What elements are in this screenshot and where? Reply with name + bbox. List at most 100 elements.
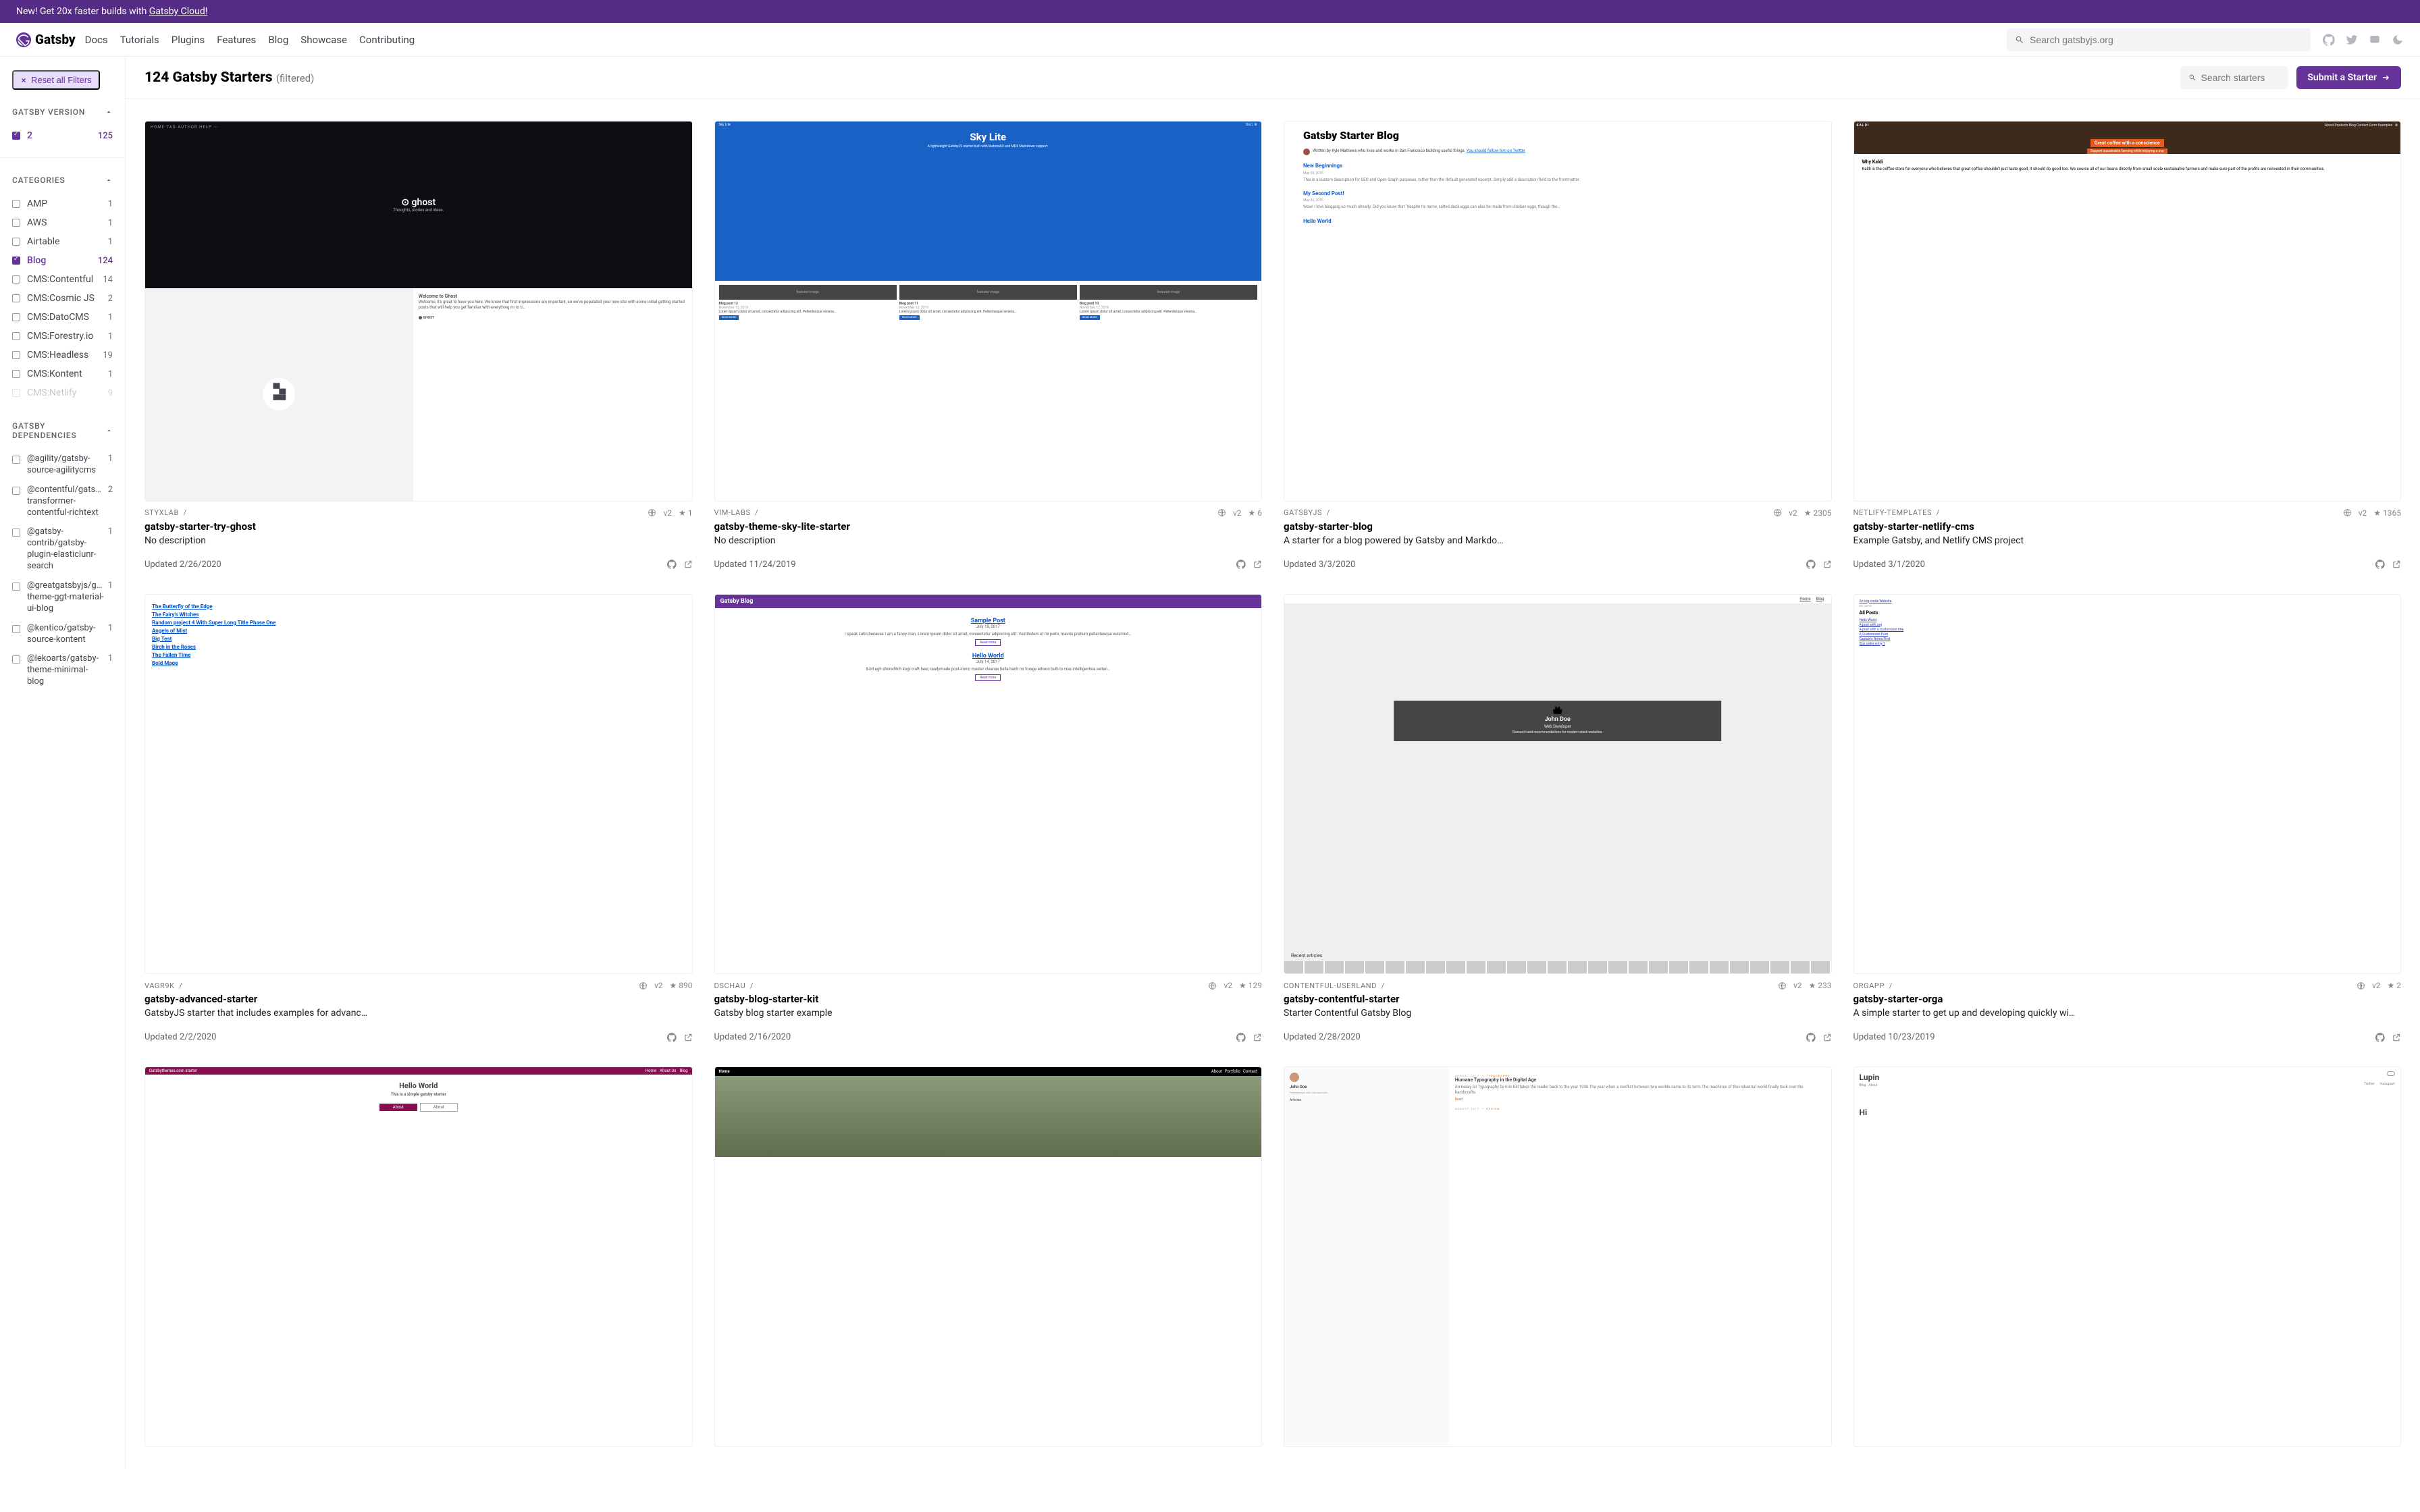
card-thumbnail[interactable]: HomeAboutPortfolioContact: [714, 1066, 1263, 1447]
filter-item[interactable]: @gatsby-contrib/gatsby-plugin-elasticlun…: [12, 522, 113, 576]
global-search[interactable]: [2007, 28, 2311, 51]
card-author: NETLIFY-TEMPLATES /: [1853, 508, 1940, 517]
filter-label: CMS:Netlify: [27, 387, 108, 398]
reset-filters-button[interactable]: Reset all Filters: [12, 70, 100, 90]
filter-item[interactable]: Airtable 1: [12, 232, 113, 251]
filter-item[interactable]: CMS:Cosmic JS 2: [12, 289, 113, 308]
card-title: gatsby-advanced-starter: [144, 993, 693, 1005]
starter-card[interactable]: HOME TAG AUTHOR HELP ⋯⊙ ghostThoughts, s…: [144, 121, 693, 570]
filter-header-categories[interactable]: CATEGORIES: [12, 176, 113, 185]
card-thumbnail[interactable]: John DoePellentesque odio nisl euismod…A…: [1284, 1066, 1832, 1447]
filter-item-v2[interactable]: 2 125: [12, 126, 113, 145]
nav-blog[interactable]: Blog: [268, 34, 288, 46]
starter-card[interactable]: LupinBlog AboutTwitterInstagramHi: [1853, 1066, 2402, 1447]
checkbox-icon: [12, 313, 20, 321]
starter-card[interactable]: Gatsby BlogSample PostJuly 18, 2017I spe…: [714, 594, 1263, 1043]
card-updated: Updated 2/26/2020: [144, 560, 221, 570]
card-thumbnail[interactable]: LupinBlog AboutTwitterInstagramHi: [1853, 1066, 2402, 1447]
external-link-icon[interactable]: [1822, 560, 1832, 569]
starter-card[interactable]: Gatsbythemes.com starterHomeAbout UsBlog…: [144, 1066, 693, 1447]
banner-link[interactable]: Gatsby Cloud!: [149, 6, 208, 17]
filter-item[interactable]: @contentful/gatsby-transformer-contentfu…: [12, 481, 113, 523]
filter-label: @kentico/gatsby-source-kontent: [27, 623, 108, 646]
card-thumbnail[interactable]: Gatsby Starter BlogWritten by Kyle Mathe…: [1284, 121, 1832, 502]
social-icons: [2323, 34, 2404, 46]
card-thumbnail[interactable]: KALDIAbout Products Blog Contact Form Ex…: [1853, 121, 2402, 502]
starter-card[interactable]: Sky LiteDoc | ⚙Sky LiteA lightweight Gat…: [714, 121, 1263, 570]
card-thumbnail[interactable]: HOME TAG AUTHOR HELP ⋯⊙ ghostThoughts, s…: [144, 121, 693, 502]
starter-card[interactable]: The Butterfly of the EdgeThe Fairy's Wit…: [144, 594, 693, 1043]
nav-docs[interactable]: Docs: [85, 34, 108, 46]
filter-header-deps[interactable]: GATSBY DEPENDENCIES: [12, 421, 113, 440]
external-link-icon[interactable]: [2392, 1033, 2401, 1042]
filter-label: @lekoarts/gatsby-theme-minimal-blog: [27, 653, 108, 688]
card-author: ORGAPP /: [1853, 981, 1893, 990]
nav-features[interactable]: Features: [217, 34, 256, 46]
nav-showcase[interactable]: Showcase: [300, 34, 347, 46]
starter-card[interactable]: An org-mode WebsiteEN | zhTWAll PostsHel…: [1853, 594, 2402, 1043]
logo[interactable]: Gatsby: [16, 32, 76, 47]
external-link-icon[interactable]: [1253, 560, 1262, 569]
filter-label: CMS:Headless: [27, 350, 103, 360]
starter-card[interactable]: John DoePellentesque odio nisl euismod…A…: [1284, 1066, 1832, 1447]
filter-header-version[interactable]: GATSBY VERSION: [12, 107, 113, 117]
github-icon[interactable]: [2323, 34, 2335, 46]
twitter-icon[interactable]: [2346, 34, 2358, 46]
nav-tutorials[interactable]: Tutorials: [120, 34, 159, 46]
filter-item[interactable]: CMS:Headless 19: [12, 346, 113, 364]
filter-item[interactable]: @greatgatsbyjs/gatsby-theme-ggt-material…: [12, 576, 113, 619]
filter-item[interactable]: CMS:Contentful 14: [12, 270, 113, 289]
checkbox-icon: [12, 256, 20, 265]
filter-item[interactable]: CMS:Netlify 9: [12, 383, 113, 402]
nav-contributing[interactable]: Contributing: [359, 34, 415, 46]
filter-label: CMS:Forestry.io: [27, 331, 108, 342]
external-link-icon[interactable]: [1822, 1033, 1832, 1042]
github-icon[interactable]: [2375, 1033, 2385, 1042]
github-icon[interactable]: [1236, 1033, 1246, 1042]
filter-item[interactable]: CMS:Forestry.io 1: [12, 327, 113, 346]
github-icon[interactable]: [667, 560, 677, 569]
card-thumbnail[interactable]: HomeBlogJohn DoeWeb DeveloperResearch an…: [1284, 594, 1832, 975]
checkbox-icon: [12, 332, 20, 340]
filter-item[interactable]: @agility/gatsby-source-agilitycms 1: [12, 450, 113, 481]
nav-plugins[interactable]: Plugins: [172, 34, 205, 46]
filter-item[interactable]: @kentico/gatsby-source-kontent 1: [12, 619, 113, 650]
card-thumbnail[interactable]: An org-mode WebsiteEN | zhTWAll PostsHel…: [1853, 594, 2402, 975]
search-icon: [2188, 73, 2197, 82]
filter-item[interactable]: CMS:DatoCMS 1: [12, 308, 113, 327]
filter-item[interactable]: AWS 1: [12, 213, 113, 232]
card-thumbnail[interactable]: Sky LiteDoc | ⚙Sky LiteA lightweight Gat…: [714, 121, 1263, 502]
github-icon[interactable]: [667, 1033, 677, 1042]
global-search-input[interactable]: [2030, 34, 2303, 45]
filter-item[interactable]: AMP 1: [12, 194, 113, 213]
starter-card[interactable]: HomeAboutPortfolioContact: [714, 1066, 1263, 1447]
card-updated: Updated 11/24/2019: [714, 560, 796, 570]
globe-icon: [1217, 508, 1226, 517]
card-thumbnail[interactable]: Gatsbythemes.com starterHomeAbout UsBlog…: [144, 1066, 693, 1447]
filter-item[interactable]: Blog 124: [12, 251, 113, 270]
github-icon[interactable]: [1806, 1033, 1816, 1042]
discord-icon[interactable]: [2369, 34, 2381, 46]
filter-item[interactable]: @lekoarts/gatsby-theme-minimal-blog 1: [12, 649, 113, 692]
starter-search[interactable]: [2180, 66, 2288, 89]
external-link-icon[interactable]: [683, 1033, 693, 1042]
filter-item[interactable]: CMS:Kontent 1: [12, 364, 113, 383]
external-link-icon[interactable]: [1253, 1033, 1262, 1042]
dark-mode-icon[interactable]: [2392, 34, 2404, 46]
card-version: v2: [1793, 981, 1802, 990]
github-icon[interactable]: [1236, 560, 1246, 569]
chevron-up-icon: [105, 108, 113, 116]
card-updated: Updated 2/2/2020: [144, 1032, 216, 1042]
github-icon[interactable]: [1806, 560, 1816, 569]
starter-card[interactable]: KALDIAbout Products Blog Contact Form Ex…: [1853, 121, 2402, 570]
submit-starter-button[interactable]: Submit a Starter: [2296, 66, 2401, 89]
filter-label: CMS:Contentful: [27, 274, 103, 285]
card-thumbnail[interactable]: The Butterfly of the EdgeThe Fairy's Wit…: [144, 594, 693, 975]
starter-search-input[interactable]: [2201, 72, 2281, 83]
external-link-icon[interactable]: [683, 560, 693, 569]
card-thumbnail[interactable]: Gatsby BlogSample PostJuly 18, 2017I spe…: [714, 594, 1263, 975]
starter-card[interactable]: HomeBlogJohn DoeWeb DeveloperResearch an…: [1284, 594, 1832, 1043]
external-link-icon[interactable]: [2392, 560, 2401, 569]
github-icon[interactable]: [2375, 560, 2385, 569]
starter-card[interactable]: Gatsby Starter BlogWritten by Kyle Mathe…: [1284, 121, 1832, 570]
